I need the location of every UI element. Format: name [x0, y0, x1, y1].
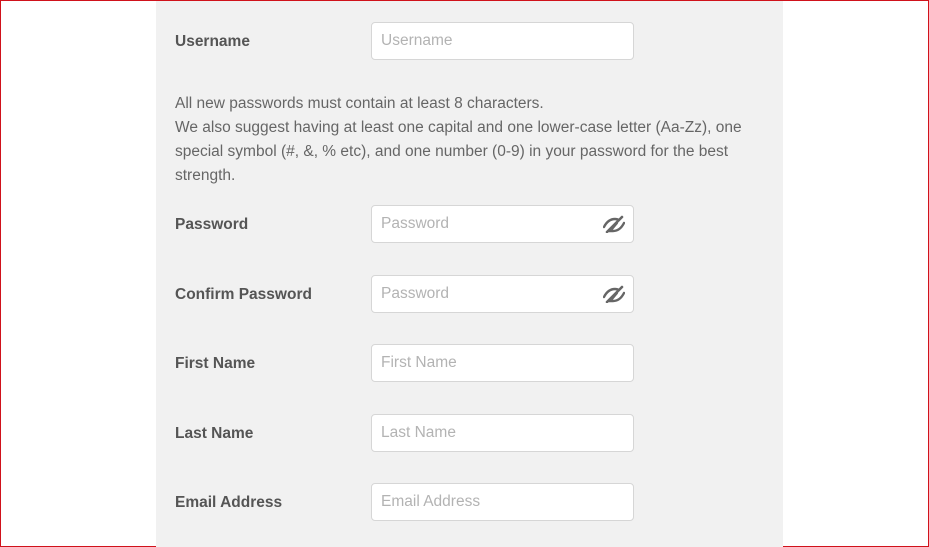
- first-name-row: First Name: [156, 344, 783, 382]
- last-name-input[interactable]: [372, 415, 633, 451]
- password-field-box: [371, 205, 634, 243]
- first-name-field-box: [371, 344, 634, 382]
- password-requirements-text: All new passwords must contain at least …: [175, 92, 775, 188]
- last-name-label: Last Name: [175, 425, 254, 442]
- email-field-box: [371, 483, 634, 521]
- username-label: Username: [175, 33, 250, 50]
- email-input[interactable]: [372, 484, 633, 520]
- password-row: Password: [156, 205, 783, 243]
- email-row: Email Address: [156, 483, 783, 521]
- username-field-box: [371, 22, 634, 60]
- eye-slash-icon[interactable]: [602, 215, 626, 234]
- last-name-row: Last Name: [156, 414, 783, 452]
- confirm-password-input[interactable]: [372, 276, 633, 312]
- password-input[interactable]: [372, 206, 633, 242]
- password-label: Password: [175, 216, 249, 233]
- registration-form-panel: Username All new passwords must contain …: [156, 1, 783, 547]
- username-row: Username: [156, 22, 783, 60]
- last-name-field-box: [371, 414, 634, 452]
- confirm-password-label: Confirm Password: [175, 286, 312, 303]
- confirm-password-row: Confirm Password: [156, 275, 783, 313]
- first-name-input[interactable]: [372, 345, 633, 381]
- first-name-label: First Name: [175, 355, 256, 372]
- password-hint-line2: We also suggest having at least one capi…: [175, 119, 742, 184]
- email-label: Email Address: [175, 494, 283, 511]
- username-input[interactable]: [372, 23, 633, 59]
- password-hint-line1: All new passwords must contain at least …: [175, 95, 544, 112]
- eye-slash-icon[interactable]: [602, 285, 626, 304]
- confirm-password-field-box: [371, 275, 634, 313]
